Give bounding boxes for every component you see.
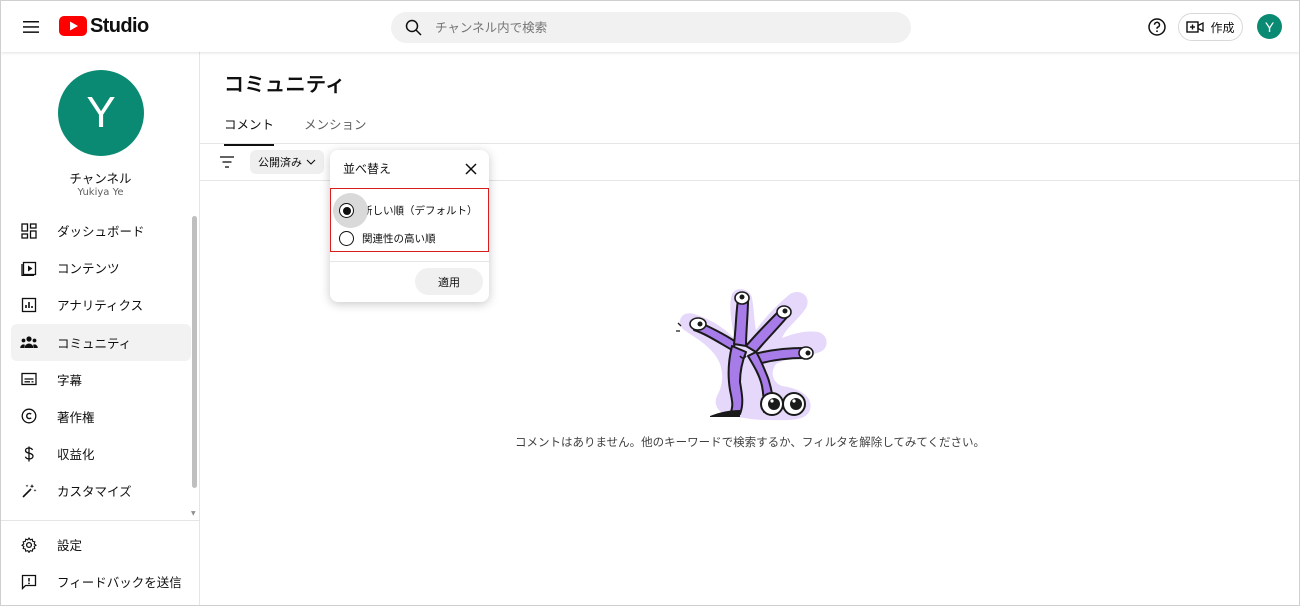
create-label: 作成 [1210,20,1235,35]
sort-option-newest[interactable]: 新しい順（デフォルト） [333,193,478,228]
studio-logo[interactable]: Studio [59,13,149,39]
sidebar-item-label: 収益化 [57,447,95,463]
sidebar-nav: ダッシュボード コンテンツ アナリティクス コミュニティ 字幕 著作権 収益化 … [11,212,191,510]
sort-popup: 並べ替え 新しい順（デフォルト） 関連性の高い順 適用 [330,150,489,302]
sidebar-item-copyright[interactable]: 著作権 [11,398,191,435]
sidebar-item-customize[interactable]: カスタマイズ [11,472,191,509]
channel-name: Yukiya Ye [77,187,124,198]
sidebar: Y チャンネル Yukiya Ye ダッシュボード コンテンツ アナリティクス [1,52,200,605]
top-bar: Studio 作成 Y [1,1,1299,52]
radio-unselected-icon[interactable] [339,231,354,246]
sidebar-item-monetization[interactable]: 収益化 [11,435,191,472]
filter-chip-label: 公開済み [258,156,302,169]
sidebar-item-label: 設定 [57,538,83,553]
sidebar-item-content[interactable]: コンテンツ [11,249,191,286]
sidebar-bottom-nav: 設定 フィードバックを送信 [11,526,191,600]
empty-state-illustration [676,289,827,421]
sort-option-label: 関連性の高い順 [362,233,436,245]
empty-state-message: コメントはありません。他のキーワードで検索するか、フィルタを解除してみてください… [515,435,985,449]
help-icon[interactable] [1146,16,1168,38]
sidebar-item-subtitles[interactable]: 字幕 [11,361,191,398]
chevron-down-icon [306,159,316,165]
youtube-play-icon [59,16,87,36]
subtitles-icon [20,370,38,388]
search-box[interactable] [391,12,911,43]
channel-avatar[interactable]: Y [58,70,144,156]
create-button[interactable]: 作成 [1178,13,1243,41]
filter-chip-published[interactable]: 公開済み [250,150,324,174]
video-add-icon [1186,21,1205,33]
sidebar-item-settings[interactable]: 設定 [11,526,191,563]
dashboard-icon [20,222,38,240]
dollar-icon [20,445,38,463]
sort-option-label: 新しい順（デフォルト） [362,205,478,217]
sort-options-group: 新しい順（デフォルト） 関連性の高い順 [330,188,489,252]
sort-popup-title: 並べ替え [343,162,392,176]
sidebar-item-feedback[interactable]: フィードバックを送信 [11,563,191,600]
hamburger-menu-icon[interactable] [18,14,44,40]
tab-mentions[interactable]: メンション [304,114,367,146]
sort-option-relevance[interactable]: 関連性の高い順 [339,231,436,246]
sidebar-item-label: ダッシュボード [57,224,145,239]
sidebar-scrollbar[interactable] [192,216,197,488]
page-title: コミュニティ [224,72,346,96]
studio-window: Studio 作成 Y Y チャンネル Yukiya Ye ダッシュボード [0,0,1300,606]
sidebar-item-label: コンテンツ [57,261,120,277]
sidebar-item-label: コミュニティ [57,335,132,351]
gear-icon [20,536,38,554]
sidebar-item-label: 著作権 [57,409,95,425]
copyright-icon [20,407,38,425]
sidebar-item-label: フィードバックを送信 [57,575,182,591]
search-icon[interactable] [391,19,435,36]
search-input[interactable] [435,20,875,35]
magic-wand-icon [20,482,38,500]
radio-selected-icon[interactable] [339,203,354,218]
sidebar-item-community[interactable]: コミュニティ [11,323,191,361]
sidebar-divider [1,520,200,521]
popup-divider [330,261,489,262]
sidebar-item-label: アナリティクス [57,298,144,314]
sidebar-item-label: 字幕 [57,372,83,388]
analytics-icon [20,296,38,314]
channel-title: チャンネル [69,171,132,186]
close-icon[interactable] [463,161,479,177]
filter-icon[interactable] [219,154,235,173]
tab-bar: コメント メンション [224,114,367,146]
sidebar-item-label: カスタマイズ [57,484,132,500]
logo-text: Studio [90,14,149,37]
apply-button[interactable]: 適用 [415,268,483,295]
community-icon [20,333,38,351]
scroll-down-arrow-icon[interactable]: ▼ [191,510,196,517]
account-avatar[interactable]: Y [1257,14,1282,39]
tab-comments[interactable]: コメント [224,114,275,146]
content-icon [20,259,38,277]
feedback-icon [20,573,38,591]
main-content: コミュニティ コメント メンション 公開済み コメントはありません。他のキーワー… [200,52,1299,605]
sidebar-item-analytics[interactable]: アナリティクス [11,286,191,323]
sidebar-item-dashboard[interactable]: ダッシュボード [11,212,191,249]
